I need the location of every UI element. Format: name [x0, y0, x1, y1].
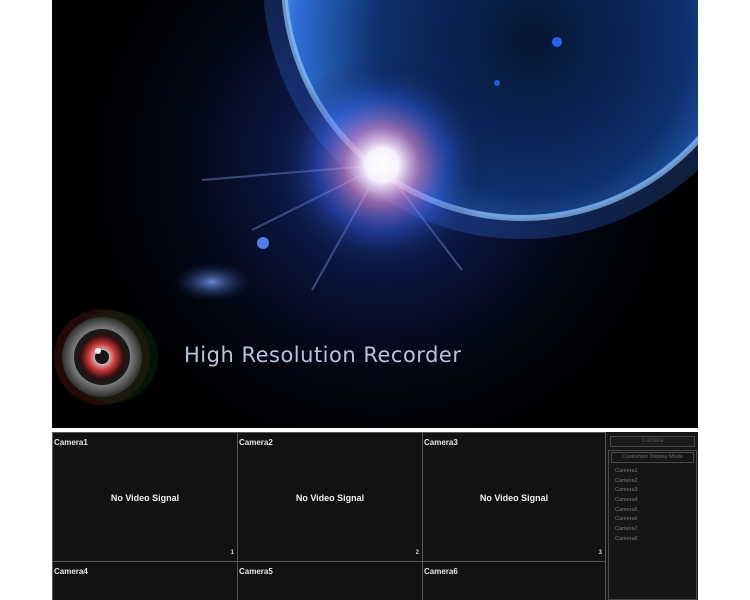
- camera-name: Camera6: [424, 567, 458, 576]
- customize-display-mode-button[interactable]: Customize Display Mode: [611, 452, 694, 463]
- camera-list-item[interactable]: Camera4: [615, 496, 638, 506]
- channel-number: 2: [415, 550, 419, 556]
- camera-name: Camera4: [54, 567, 88, 576]
- sun-flare: [272, 55, 492, 275]
- camera-lens-logo: [54, 309, 158, 405]
- camera-list-item[interactable]: Camera6: [615, 515, 638, 525]
- channel-number: 3: [598, 550, 602, 556]
- display-mode-panel: Camera Customize Display Mode Camera1 Ca…: [605, 432, 698, 600]
- camera-tile-2[interactable]: Camera2 No Video Signal 2: [237, 432, 423, 562]
- camera-list-item[interactable]: Camera5: [615, 506, 638, 516]
- camera-list-item[interactable]: Camera2: [615, 477, 638, 487]
- boot-splash-screen: High Resolution Recorder: [52, 0, 698, 428]
- dvr-live-view: Camera1 No Video Signal 1 Camera2 No Vid…: [52, 432, 698, 600]
- no-video-signal-text: No Video Signal: [110, 493, 180, 503]
- camera-list: Camera1 Camera2 Camera3 Camera4 Camera5 …: [615, 467, 638, 545]
- camera-tile-4[interactable]: Camera4: [52, 561, 238, 600]
- product-title: High Resolution Recorder: [184, 343, 462, 367]
- channel-number: 1: [230, 550, 234, 556]
- no-video-signal-text: No Video Signal: [295, 493, 365, 503]
- camera-name: Camera2: [239, 438, 273, 447]
- camera-name: Camera3: [424, 438, 458, 447]
- camera-tile-1[interactable]: Camera1 No Video Signal 1: [52, 432, 238, 562]
- camera-list-item[interactable]: Camera7: [615, 525, 638, 535]
- camera-name: Camera5: [239, 567, 273, 576]
- no-video-signal-text: No Video Signal: [479, 493, 549, 503]
- camera-list-box: Customize Display Mode Camera1 Camera2 C…: [608, 450, 697, 600]
- camera-tile-5[interactable]: Camera5: [237, 561, 423, 600]
- camera-name: Camera1: [54, 438, 88, 447]
- camera-list-item[interactable]: Camera8: [615, 535, 638, 545]
- camera-tile-3[interactable]: Camera3 No Video Signal 3: [422, 432, 606, 562]
- panel-header: Camera: [610, 436, 695, 447]
- camera-list-item[interactable]: Camera3: [615, 486, 638, 496]
- camera-list-item[interactable]: Camera1: [615, 467, 638, 477]
- camera-tile-6[interactable]: Camera6: [422, 561, 606, 600]
